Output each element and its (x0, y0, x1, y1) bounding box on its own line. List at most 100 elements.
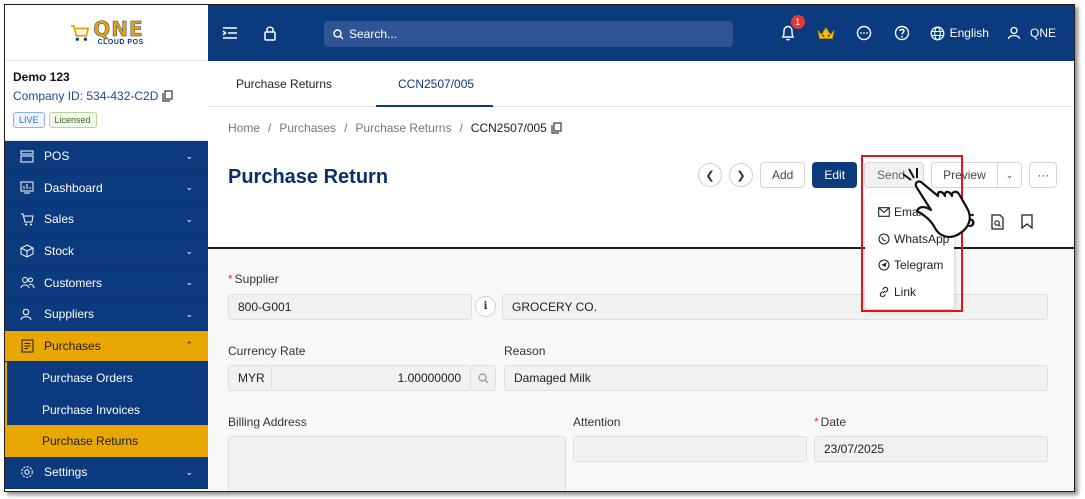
sidebar-item-stock[interactable]: Stock ⌄ (5, 235, 208, 268)
chevron-down-icon: ⌄ (185, 150, 193, 161)
copy-icon[interactable] (551, 122, 562, 134)
document-search-icon[interactable] (991, 213, 1005, 230)
supplier-info-button[interactable]: i (475, 296, 496, 317)
rate-search-button[interactable] (470, 365, 496, 391)
currency-field[interactable]: MYR (228, 365, 272, 391)
bookmark-icon[interactable] (1021, 214, 1033, 229)
page-title: Purchase Return (228, 166, 389, 188)
chevron-right-icon: ❯ (736, 169, 746, 182)
next-record-button[interactable]: ❯ (729, 163, 753, 187)
chevron-left-icon: ❮ (705, 169, 715, 182)
breadcrumb-returns[interactable]: Purchase Returns (355, 121, 451, 135)
sidebar-subitem-purchase-invoices[interactable]: Purchase Invoices (5, 393, 208, 426)
attention-label: Attention (573, 415, 621, 429)
user-name: QNE (1029, 26, 1056, 40)
more-actions-button[interactable]: ··· (1029, 162, 1058, 188)
chevron-down-icon: ⌄ (185, 213, 193, 224)
live-badge: LIVE (13, 112, 45, 128)
globe-icon (930, 26, 945, 40)
date-field[interactable]: 23/07/2025 (814, 436, 1048, 462)
gear-icon (19, 465, 35, 479)
billing-address-label: Billing Address (228, 415, 307, 429)
sidebar-item-label: Dashboard (44, 180, 103, 195)
tab-record[interactable]: CCN2507/005 (398, 77, 474, 91)
breadcrumb-purchases[interactable]: Purchases (279, 121, 336, 135)
sidebar-item-customers[interactable]: Customers ⌄ (5, 267, 208, 299)
tab-purchase-returns[interactable]: Purchase Returns (236, 77, 332, 91)
dashboard-icon (19, 181, 35, 194)
company-name: Demo 123 (13, 70, 70, 84)
notification-bell-icon[interactable]: 1 (778, 15, 805, 43)
sidebar-subitem-purchase-returns[interactable]: Purchase Returns (5, 425, 208, 457)
topbar-actions: 1 English QNE (778, 5, 1056, 61)
logo: QNE CLOUD POS (69, 19, 143, 46)
sidebar-item-label: POS (44, 149, 70, 164)
page-tabs: Purchase Returns CCN2507/005 (208, 61, 1074, 107)
sidebar-item-suppliers[interactable]: Suppliers ⌄ (5, 298, 208, 331)
pos-icon (19, 150, 35, 163)
customers-icon (19, 276, 35, 289)
supplier-code-field[interactable]: 800-G001 (228, 294, 472, 320)
sidebar-item-label: Stock (44, 244, 75, 259)
attention-field[interactable] (573, 436, 807, 462)
chevron-down-icon: ⌄ (185, 182, 193, 193)
supplier-label-text: Supplier (234, 272, 279, 286)
date-label: * Date (814, 415, 847, 429)
sidebar-item-label: Purchases (44, 338, 101, 353)
chevron-down-icon: ⌄ (185, 277, 193, 288)
box-icon (19, 244, 35, 258)
language-label: English (949, 26, 989, 40)
top-bar: Search... 1 English QNE (208, 5, 1074, 61)
search-input[interactable]: Search... (324, 21, 733, 47)
sidebar-item-sales[interactable]: Sales ⌄ (5, 204, 208, 236)
breadcrumb: Home / Purchases / Purchase Returns / CCN25… (228, 121, 562, 135)
notification-count-badge: 1 (790, 15, 805, 29)
previous-record-button[interactable]: ❮ (698, 163, 722, 187)
crown-icon[interactable] (816, 23, 836, 43)
company-info: Demo 123 Company ID: 534-432-C2D LIVE Li… (5, 61, 208, 141)
preview-dropdown-button[interactable]: ⌄ (997, 162, 1023, 188)
copy-icon[interactable] (162, 90, 174, 102)
breadcrumb-home[interactable]: Home (228, 121, 260, 135)
reason-field[interactable]: Damaged Milk (504, 365, 1048, 391)
chevron-down-icon: ⌄ (185, 308, 193, 319)
sidebar-item-settings[interactable]: Settings ⌄ (5, 456, 208, 489)
help-icon[interactable] (892, 23, 912, 43)
sidebar-item-label: Suppliers (44, 307, 95, 322)
search-icon (477, 372, 488, 383)
language-selector[interactable]: English (930, 26, 989, 41)
sidebar-item-pos[interactable]: POS ⌄ (5, 141, 208, 173)
sidebar-item-label: Customers (44, 275, 103, 290)
menu-toggle-icon[interactable] (220, 23, 240, 43)
sidebar-item-dashboard[interactable]: Dashboard ⌄ (5, 172, 208, 205)
chevron-down-icon: ⌄ (185, 466, 193, 477)
sidebar-subitem-purchase-orders[interactable]: Purchase Orders (5, 362, 208, 394)
info-icon: i (483, 301, 488, 312)
user-icon (1007, 26, 1021, 40)
logo-text: QNE (93, 17, 144, 41)
chat-icon[interactable] (854, 23, 874, 43)
active-tab-indicator (376, 105, 493, 107)
search-placeholder: Search... (349, 27, 398, 41)
purchases-icon (19, 339, 35, 353)
add-button[interactable]: Add (760, 162, 806, 188)
breadcrumb-current-label: CCN2507/005 (470, 121, 547, 135)
supplier-name-field[interactable]: GROCERY CO. (502, 294, 1048, 320)
sidebar-item-label: Settings (44, 465, 88, 480)
app-window: QNE CLOUD POS Demo 123 Company ID: 534-4… (4, 4, 1075, 492)
search-icon (333, 28, 344, 39)
date-label-text: Date (820, 415, 847, 429)
currency-rate-field[interactable]: 1.00000000 (271, 365, 471, 391)
logo-subtext: CLOUD POS (97, 39, 144, 46)
chevron-down-icon: ⌄ (185, 245, 193, 256)
chevron-down-icon: ⌄ (1005, 169, 1014, 180)
sidebar-item-purchases[interactable]: Purchases ⌃ (5, 330, 208, 363)
edit-button[interactable]: Edit (812, 162, 858, 188)
supplier-label: * Supplier (228, 272, 279, 286)
company-id: Company ID: 534-432-C2D (13, 89, 200, 103)
logo-area[interactable]: QNE CLOUD POS (5, 5, 208, 61)
billing-address-field[interactable] (228, 436, 566, 491)
lock-icon[interactable] (260, 23, 280, 43)
user-menu[interactable]: QNE (1007, 26, 1056, 40)
currency-rate-label: Currency Rate (228, 344, 306, 358)
